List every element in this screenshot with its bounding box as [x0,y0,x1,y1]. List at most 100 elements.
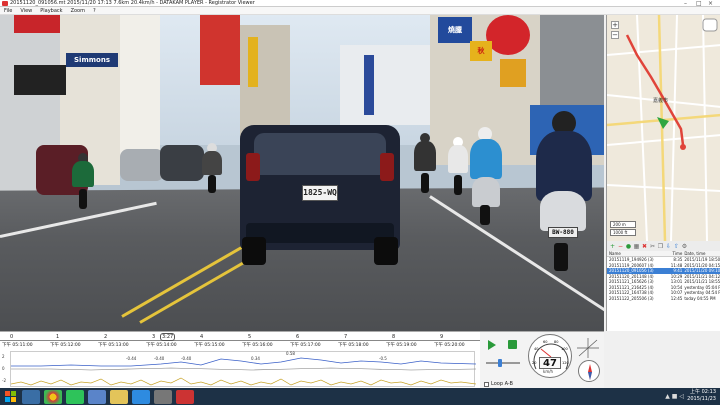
route-list: Name Time Date, time 20151119_194926 (3)… [606,251,720,331]
loop-label: Loop A-B [491,381,513,387]
app-window: 20151120_091056.mt 2015/11/20 17:13 7.6k… [0,0,720,388]
column-date[interactable]: Date, time [684,251,720,256]
suv-license-plate: 1825-WQ [302,185,338,201]
red-sign-tall [200,15,240,85]
parked-car-dark [160,145,204,181]
yellow-sign [248,37,258,87]
timeline-minute-marks: 0 1 2 3 4 5 6 7 8 9 3:27 [0,333,480,341]
column-time[interactable]: Time [664,251,684,256]
sign-blue-cn: 燒臘 [438,17,472,43]
suv-tail-light-right [380,153,394,181]
import-icon[interactable]: ⇧ [673,243,680,250]
building-center [340,45,430,125]
close-button[interactable]: × [708,0,713,6]
export-icon[interactable]: ⇩ [665,243,672,250]
map-zoom-out-button[interactable]: − [611,31,619,39]
map-streets [607,15,720,241]
compass-icon [578,360,600,382]
taskbar-app-explorer-icon[interactable] [22,389,40,404]
taskbar-app-line-icon[interactable] [66,389,84,404]
gsensor-graph[interactable]: 2 0 -2 -0.44 -0.40 -0.40 0.34 0.58 -0.5 [2,351,476,387]
scooter-rider-blue [466,127,506,227]
play-button[interactable] [488,340,496,350]
taskbar-app-skype-icon[interactable] [88,389,106,404]
menu-view[interactable]: View [20,7,32,14]
title-bar: 20151120_091056.mt 2015/11/20 17:13 7.6k… [0,0,720,7]
stop-button[interactable] [508,340,517,349]
playhead-marker[interactable]: 3:27 [160,333,176,341]
suv-rear-window [254,133,386,175]
scooter-wheel [208,175,216,193]
yellow-sign-right [500,59,526,87]
map-scale-metric: 200 m [610,221,636,228]
taskbar-app-datakam-icon[interactable] [176,389,194,404]
menu-zoom[interactable]: Zoom [71,7,85,14]
scooter-rider-left [200,143,224,195]
rider [72,161,94,187]
window-title: 20151120_091056.mt 2015/11/20 17:13 7.6k… [10,0,255,6]
loop-checkbox[interactable] [484,381,489,387]
taskbar-app-chrome-icon[interactable] [44,389,62,404]
menu-playback[interactable]: Playback [40,7,62,14]
video-frame[interactable]: Simmons 燒臘 秋 1825-WQ BW-880 [0,15,604,331]
axes-icon [577,338,599,358]
maximize-button[interactable]: □ [696,0,702,6]
edit-icon[interactable]: ● [625,243,632,250]
app-icon [2,1,8,6]
remove-icon[interactable]: − [617,243,624,250]
menu-bar: File View Playback Zoom ? [0,7,720,15]
column-name[interactable]: Name [607,251,664,256]
speed-value: 47 [539,357,561,369]
volume-slider[interactable] [486,359,520,367]
loop-ab-toggle[interactable]: Loop A-B [484,381,513,387]
red-banner [14,15,60,33]
copy-icon[interactable]: ❐ [657,243,664,250]
taskbar-app-ie-icon[interactable] [132,389,150,404]
rider-shirt [470,139,502,179]
suv-bumper [246,223,394,243]
add-icon[interactable]: + [609,243,616,250]
scooter-wheel [421,173,429,193]
suv-tire-left [242,237,266,265]
speedometer: 20 40 60 80 100 120 47 km/h [528,334,572,378]
taskbar-app-folder-icon[interactable] [110,389,128,404]
taskbar: ▲ ■ ◁ 上午 02:13 2015/11/23 [0,388,720,405]
red-round-sign [486,15,530,55]
menu-help[interactable]: ? [93,7,96,14]
taskbar-clock[interactable]: 上午 02:13 2015/11/23 [687,389,716,403]
delete-icon[interactable]: ✖ [641,243,648,250]
map-zoom-in-button[interactable]: + [611,21,619,29]
list-item[interactable]: 20151122_205506 (3) 12:45 today 04:55 PM [607,296,720,302]
suv-tire-right [374,237,398,265]
map-scale-imperial: 1000 ft [610,229,636,236]
dark-signboard [14,65,66,95]
cut-icon[interactable]: ✂ [649,243,656,250]
grid-icon[interactable]: ▦ [633,243,640,250]
route-toolbar: + − ● ▦ ✖ ✂ ❐ ⇩ ⇧ ⚙ [606,241,720,251]
timeline[interactable]: 0 1 2 3 4 5 6 7 8 9 3:27 下午 05:11:00 下午 … [0,331,480,388]
scooter-rider-distant-2 [446,137,470,199]
taskbar-app-settings-icon[interactable] [154,389,172,404]
rider [414,141,436,171]
scooter-wheel [480,205,490,225]
scooter-rider-distant-1 [412,133,438,199]
sign-simmons: Simmons [66,53,118,67]
rider [202,151,222,175]
scooter-plate: BW-880 [548,227,578,238]
scooter-rider-far-left [70,153,96,213]
gps-map[interactable]: + − 嘉義市 200 m 1000 ft [606,15,720,241]
map-label-city: 嘉義市 [653,98,669,104]
rider [448,145,468,173]
parked-car-silver [120,149,164,181]
scooter-body [472,177,500,207]
compass-needle-icon [588,364,592,380]
scooter-wheel [79,189,87,209]
blue-vertical-sign [364,55,374,115]
start-button[interactable] [2,390,18,404]
menu-file[interactable]: File [4,7,12,14]
volume-slider-knob[interactable] [498,359,502,367]
system-tray[interactable]: ▲ ■ ◁ [665,393,684,400]
sign-yellow-cn: 秋 [470,41,492,61]
minimize-button[interactable]: – [684,0,687,6]
settings-icon[interactable]: ⚙ [681,243,688,250]
